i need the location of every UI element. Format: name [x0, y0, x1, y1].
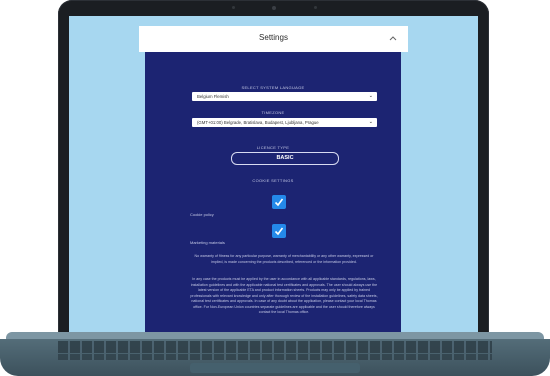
cookie-policy-label: Cookie policy: [190, 212, 214, 217]
sensor-dot: [232, 6, 235, 9]
checkmark-icon: [274, 198, 284, 207]
webcam: [272, 6, 276, 10]
page-title: Settings: [259, 33, 288, 42]
sensor-dot: [314, 6, 317, 9]
keyboard: [58, 341, 492, 353]
checkmark-icon: [274, 227, 284, 236]
settings-header[interactable]: Settings: [139, 26, 408, 52]
timezone-value: (GMT+01:00) Belgrade, Bratislava, Budape…: [197, 120, 319, 125]
application-paragraph: In any case the products must be applied…: [190, 277, 378, 314]
chevron-down-icon: ⌄: [368, 119, 373, 125]
marketing-materials-checkbox[interactable]: [272, 224, 286, 238]
language-select[interactable]: Belgium Flemish ⌄: [192, 92, 377, 101]
licence-type-label: LICENCE TYPE: [256, 145, 290, 150]
marketing-materials-label: Marketing materials: [190, 240, 225, 245]
licence-type-button[interactable]: BASIC: [231, 152, 339, 165]
settings-panel: SELECT SYSTEM LANGUAGE Belgium Flemish ⌄…: [145, 52, 401, 332]
touchpad: [190, 363, 360, 373]
cookie-settings-label: COOKIE SETTINGS: [252, 178, 294, 183]
laptop-screen: Settings SELECT SYSTEM LANGUAGE Belgium …: [69, 16, 478, 332]
language-value: Belgium Flemish: [197, 94, 229, 99]
chevron-up-icon[interactable]: [388, 34, 398, 42]
cookie-policy-checkbox[interactable]: [272, 195, 286, 209]
warranty-paragraph: No warranty of fitness for any particula…: [194, 254, 374, 264]
timezone-label: TIMEZONE: [261, 110, 285, 115]
language-label: SELECT SYSTEM LANGUAGE: [241, 85, 305, 90]
keyboard-row: [58, 354, 492, 360]
timezone-select[interactable]: (GMT+01:00) Belgrade, Bratislava, Budape…: [192, 118, 377, 127]
chevron-down-icon: ⌄: [368, 93, 373, 99]
